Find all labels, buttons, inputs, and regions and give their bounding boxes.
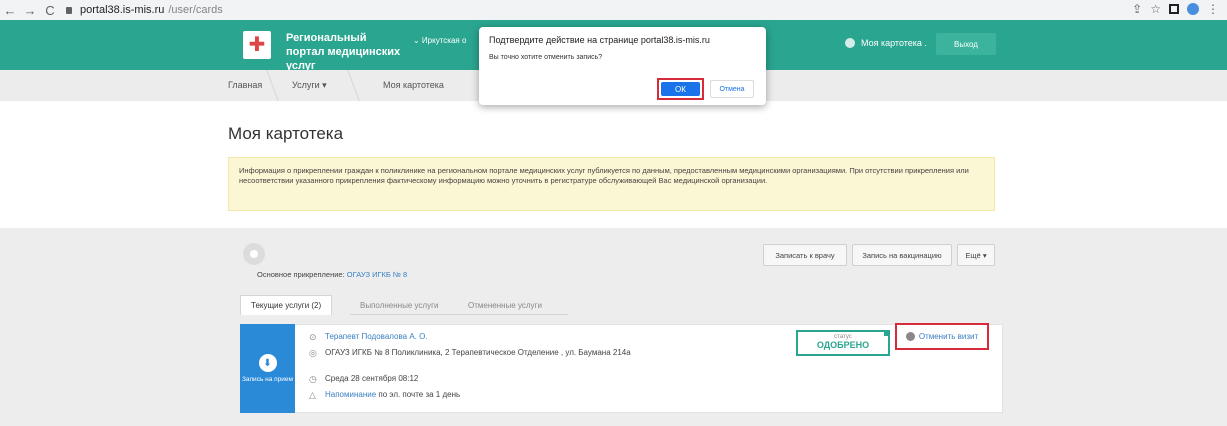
vaccination-button[interactable]: Запись на вакцинацию	[852, 244, 952, 266]
dialog-title: Подтвердите действие на странице portal3…	[489, 35, 710, 45]
appointment-type-label: Запись на прием	[242, 376, 293, 383]
page-title: Моя картотека	[228, 124, 344, 143]
browser-toolbar: ← → C portal38.is-mis.ru/user/cards ⇪ ☆ …	[0, 0, 1227, 20]
person-icon	[250, 250, 258, 258]
portal-title[interactable]: Региональный портал медицинских услуг	[286, 31, 406, 73]
exit-button[interactable]: Выход	[936, 33, 996, 55]
star-icon[interactable]: ☆	[1150, 2, 1161, 16]
primary-attachment: Основное прикрепление: ОГАУЗ ИГКБ № 8	[257, 270, 407, 279]
avatar	[243, 243, 265, 265]
profile-icon[interactable]	[1187, 3, 1199, 15]
reminder-text: по эл. почте за 1 день	[376, 390, 461, 399]
status-corner	[884, 330, 890, 336]
datetime-text: Среда 28 сентября 08:12	[325, 374, 419, 383]
confirm-dialog: Подтвердите действие на странице portal3…	[479, 27, 766, 105]
url-host: portal38.is-mis.ru	[80, 4, 165, 16]
my-cards-link[interactable]: Моя картотека .	[845, 38, 927, 48]
share-icon[interactable]: ⇪	[1132, 2, 1142, 16]
cancel-visit-button[interactable]: Отменить визит	[895, 323, 989, 350]
tab-icon[interactable]	[1169, 4, 1179, 14]
address-bar[interactable]: portal38.is-mis.ru/user/cards	[66, 4, 223, 16]
dialog-cancel-button[interactable]: Отмена	[710, 80, 754, 98]
back-icon[interactable]: ←	[0, 3, 20, 18]
attachment-label: Основное прикрепление:	[257, 270, 345, 279]
appointment-type: ⬇ Запись на прием	[240, 324, 295, 413]
location-icon: ◎	[309, 348, 317, 358]
breadcrumb-divider	[338, 70, 360, 101]
kebab-menu-icon[interactable]: ⋮	[1207, 2, 1219, 16]
status-badge: статус ОДОБРЕНО	[796, 330, 890, 356]
lock-icon	[66, 6, 72, 14]
cancel-visit-label: Отменить визит	[918, 332, 979, 341]
info-notice: Информация о прикреплении граждан к поли…	[228, 157, 995, 211]
tab-cancelled-services[interactable]: Отмененные услуги	[458, 295, 552, 315]
ok-label: ОК	[661, 82, 700, 96]
browser-actions: ⇪ ☆ ⋮	[1132, 2, 1219, 16]
tab-completed-services[interactable]: Выполненные услуги	[350, 295, 448, 315]
status-value: ОДОБРЕНО	[816, 340, 870, 350]
menu-icon	[845, 38, 855, 48]
dialog-message: Вы точно хотите отменить запись?	[489, 54, 603, 61]
region-select[interactable]: ⌄ Иркутская о	[413, 36, 466, 45]
doctor-icon: ⊙	[309, 332, 317, 342]
reminder-line: △ Напоминание по эл. почте за 1 день	[309, 390, 460, 401]
dialog-ok-button[interactable]: ОК	[657, 78, 704, 100]
tabs-divider	[350, 314, 568, 315]
place-text: ОГАУЗ ИГКБ № 8 Поликлиника, 2 Терапевтич…	[325, 348, 631, 357]
breadcrumb-services[interactable]: Услуги ▾	[292, 80, 327, 91]
more-button[interactable]: Ещё ▾	[957, 244, 995, 266]
datetime-line: ◷ Среда 28 сентября 08:12	[309, 374, 418, 385]
place-line: ◎ ОГАУЗ ИГКБ № 8 Поликлиника, 2 Терапевт…	[309, 348, 649, 359]
clock-icon: ◷	[309, 374, 317, 384]
tab-current-services[interactable]: Текущие услуги (2)	[240, 295, 333, 315]
bell-icon: △	[309, 390, 316, 400]
book-doctor-button[interactable]: Записать к врачу	[763, 244, 847, 266]
logo-icon[interactable]: ✚	[243, 31, 271, 59]
doctor-line: ⊙ Терапевт Подовалова А. О.	[309, 332, 428, 343]
doctor-link[interactable]: Терапевт Подовалова А. О.	[325, 332, 428, 341]
cancel-icon	[905, 332, 915, 341]
appointment-icon: ⬇	[258, 354, 277, 372]
reminder-link[interactable]: Напоминание	[325, 390, 376, 399]
breadcrumb-current: Моя картотека	[383, 80, 444, 90]
my-cards-label: Моя картотека .	[861, 38, 927, 48]
attachment-link[interactable]: ОГАУЗ ИГКБ № 8	[347, 270, 407, 279]
url-path: /user/cards	[168, 4, 223, 16]
breadcrumb-home[interactable]: Главная	[228, 80, 262, 90]
forward-icon[interactable]: →	[20, 3, 40, 18]
reload-icon[interactable]: C	[40, 3, 60, 18]
